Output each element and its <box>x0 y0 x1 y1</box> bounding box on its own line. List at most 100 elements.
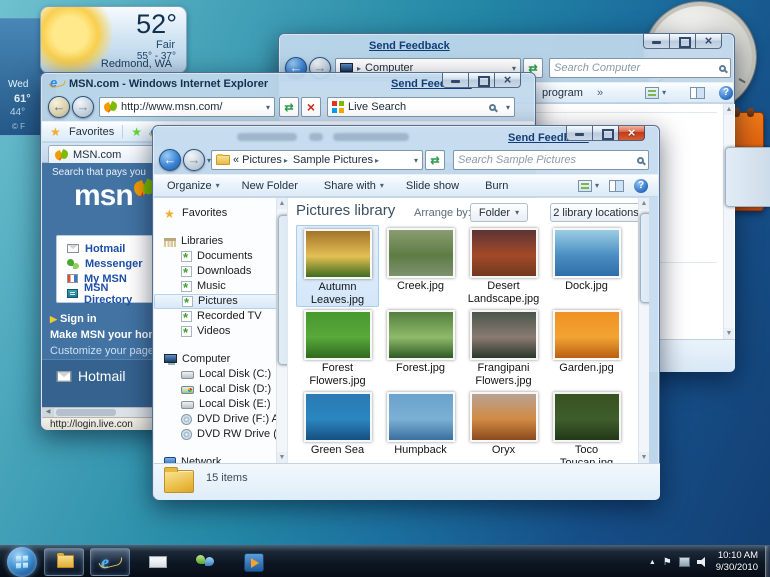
close-button[interactable] <box>695 34 722 49</box>
toolbar-overflow-chevron[interactable]: » <box>597 87 603 99</box>
content-scrollbar[interactable]: ▲ ▼ <box>638 198 649 463</box>
toolbar-button[interactable]: Burn <box>476 177 521 195</box>
file-item[interactable]: Garden.jpg <box>545 307 628 389</box>
maximize-button[interactable] <box>669 34 696 49</box>
toolbar-button[interactable]: New Folder <box>233 177 311 195</box>
ie-tab-msn[interactable]: MSN.com <box>48 145 166 163</box>
library-locations-button[interactable]: 2 library locations <box>550 203 642 222</box>
scroll-down-arrow[interactable]: ▼ <box>639 452 649 463</box>
chevron-down-icon[interactable]: ▾ <box>414 156 418 165</box>
toolbar-button[interactable]: Slide show <box>397 177 472 195</box>
msn-link[interactable]: Messenger <box>57 256 153 271</box>
taskbar-messenger-button[interactable] <box>186 548 226 576</box>
forward-button[interactable]: → <box>72 96 94 118</box>
show-desktop-button[interactable] <box>765 546 770 577</box>
chevron-down-icon[interactable]: ▾ <box>506 103 510 112</box>
file-item[interactable]: Green Sea <box>296 389 379 463</box>
ie-search-box[interactable]: Live Search ▾ <box>327 97 515 117</box>
msn-link[interactable]: MSN Directory <box>57 286 153 301</box>
start-button[interactable] <box>7 547 37 577</box>
nav-item[interactable]: Downloads <box>154 264 287 279</box>
scrollbar-thumb[interactable] <box>640 213 649 303</box>
msn-link[interactable]: Hotmail <box>57 241 153 256</box>
file-item[interactable]: Creek.jpg <box>379 225 462 307</box>
nav-item[interactable]: DVD Drive (F:) Audio <box>154 412 287 427</box>
close-button[interactable] <box>494 73 521 88</box>
nav-item[interactable]: Computer <box>154 352 287 367</box>
file-item[interactable]: Autumn Leaves.jpg <box>296 225 379 307</box>
scroll-left-arrow[interactable]: ◀ <box>42 408 54 417</box>
nav-item[interactable]: Local Disk (D:) <box>154 382 287 397</box>
nav-item[interactable]: Music <box>154 279 287 294</box>
msn-hotmail-button[interactable]: Hotmail <box>58 368 125 384</box>
nav-item[interactable]: Recorded TV <box>154 309 287 324</box>
toolbar-button[interactable]: Share with▾ <box>315 177 393 195</box>
nav-item[interactable]: Pictures <box>154 294 287 309</box>
send-feedback-link[interactable]: Send Feedback <box>369 40 450 52</box>
scroll-down-arrow[interactable]: ▼ <box>277 452 287 463</box>
network-icon[interactable] <box>679 557 690 567</box>
file-item[interactable]: Dock.jpg <box>545 225 628 307</box>
ie-titlebar[interactable]: MSN.com - Windows Internet Explorer Send… <box>41 73 535 95</box>
help-button[interactable]: ? <box>634 179 648 193</box>
refresh-button[interactable] <box>425 150 445 170</box>
scroll-up-arrow[interactable]: ▲ <box>639 198 649 209</box>
scrollbar-thumb[interactable] <box>278 215 287 365</box>
nav-item[interactable]: Local Disk (E:) <box>154 397 287 412</box>
back-button[interactable]: ← <box>159 149 181 171</box>
scroll-up-arrow[interactable]: ▲ <box>277 198 287 209</box>
taskbar-explorer-button[interactable] <box>44 548 84 576</box>
back-button[interactable]: ← <box>48 96 70 118</box>
ie-address-url[interactable]: http://www.msn.com/ <box>121 101 262 113</box>
forward-button[interactable]: → <box>183 149 205 171</box>
file-item[interactable]: Desert Landscape.jpg <box>462 225 545 307</box>
close-button[interactable] <box>618 126 645 141</box>
nav-item[interactable]: Local Disk (C:) <box>154 367 287 382</box>
scrollbar-thumb[interactable] <box>725 147 770 207</box>
favorites-label[interactable]: Favorites <box>69 126 114 138</box>
nav-item[interactable]: Libraries <box>154 234 287 249</box>
views-button[interactable]: ▾ <box>645 87 666 99</box>
minimize-button[interactable] <box>566 126 593 141</box>
file-item[interactable]: Oryx <box>462 389 545 463</box>
nav-item[interactable]: Network <box>154 455 287 463</box>
preview-pane-button[interactable] <box>609 180 624 192</box>
ie-address-bar[interactable]: http://www.msn.com/ ▾ <box>99 97 275 117</box>
maximize-button[interactable] <box>468 73 495 88</box>
navpane-scrollbar[interactable]: ▲ ▼ <box>276 198 287 463</box>
scroll-down-arrow[interactable]: ▼ <box>724 328 734 339</box>
computer-scrollbar[interactable]: ▲ ▼ <box>723 104 734 339</box>
weather-gadget[interactable]: 52° Fair 55° - 37° Redmond, WA <box>40 6 187 74</box>
action-center-icon[interactable]: ⚑ <box>663 557 672 568</box>
taskbar-media-player-button[interactable] <box>234 548 274 576</box>
computer-titlebar[interactable]: Send Feedback <box>279 34 734 56</box>
preview-pane-button[interactable] <box>690 87 705 99</box>
minimize-button[interactable] <box>643 34 670 49</box>
views-button[interactable]: ▾ <box>578 180 599 192</box>
chevron-down-icon[interactable]: ▾ <box>266 103 270 112</box>
file-item[interactable]: Frangipani Flowers.jpg <box>462 307 545 389</box>
breadcrumb-segment[interactable]: Pictures <box>242 154 290 166</box>
ie-refresh-button[interactable] <box>279 97 299 117</box>
nav-item[interactable]: DVD RW Drive (G:) A <box>154 427 287 442</box>
computer-search-box[interactable]: Search Computer <box>549 58 731 78</box>
file-item[interactable]: Forest Flowers.jpg <box>296 307 379 389</box>
msn-customize-link[interactable]: Customize your page <box>50 345 154 357</box>
breadcrumb-prefix[interactable]: « <box>233 154 239 166</box>
nav-item[interactable]: Documents <box>154 249 287 264</box>
msn-make-home-link[interactable]: Make MSN your hom <box>50 329 158 341</box>
file-item[interactable]: Forest.jpg <box>379 307 462 389</box>
maximize-button[interactable] <box>592 126 619 141</box>
minimize-button[interactable] <box>442 73 469 88</box>
explorer-window[interactable]: Send Feedback ← → ▾ « Pictures Sample Pi… <box>152 125 660 500</box>
taskbar-mail-button[interactable] <box>138 548 178 576</box>
explorer-address-bar[interactable]: « Pictures Sample Pictures ▾ <box>211 150 423 170</box>
nav-item[interactable]: Videos <box>154 324 287 339</box>
taskbar-clock[interactable]: 10:10 AM 9/30/2010 <box>716 550 758 574</box>
arrange-by-dropdown[interactable]: Folder▾ <box>470 203 528 222</box>
scrollbar-thumb[interactable] <box>56 409 116 416</box>
file-item[interactable]: Humpback <box>379 389 462 463</box>
volume-icon[interactable] <box>697 557 709 567</box>
taskbar-ie-button[interactable]: e <box>90 548 130 576</box>
toolbar-fragment-label[interactable]: program <box>542 87 583 99</box>
